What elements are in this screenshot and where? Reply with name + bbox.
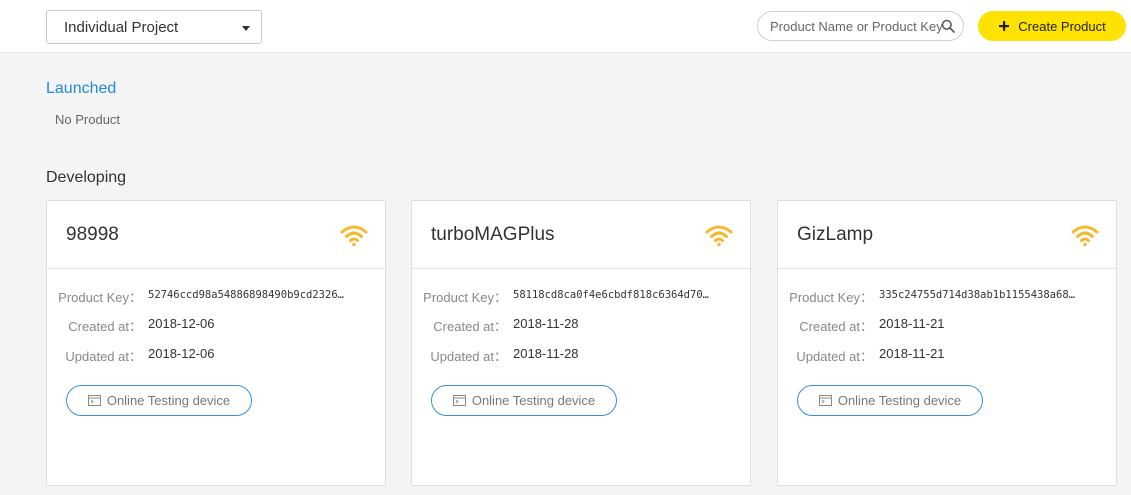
product-key-label: Product Key： — [423, 290, 507, 305]
created-value: 2018-12-06 — [148, 316, 215, 331]
online-testing-button[interactable]: Online Testing device — [431, 385, 617, 416]
product-key-row: Product Key： 52746ccd98a54886898490b9cd2… — [47, 287, 385, 305]
online-testing-button[interactable]: Online Testing device — [797, 385, 983, 416]
updated-label: Updated at： — [65, 349, 142, 364]
wifi-icon — [1071, 225, 1099, 247]
developing-heading: Developing — [46, 169, 127, 186]
create-product-button[interactable]: Create Product — [978, 11, 1126, 41]
product-key-value: 52746ccd98a54886898490b9cd2326… — [148, 289, 344, 301]
online-testing-label: Online Testing device — [837, 393, 962, 408]
created-label: Created at： — [68, 319, 142, 334]
product-key-row: Product Key： 335c24755d714d38ab1b1155438… — [778, 287, 1116, 305]
created-value: 2018-11-28 — [513, 316, 579, 331]
updated-value: 2018-11-28 — [513, 346, 579, 361]
updated-row: Updated at： 2018-11-21 — [778, 346, 1116, 364]
product-name: GizLamp — [797, 224, 874, 245]
created-row: Created at： 2018-11-21 — [778, 316, 1116, 334]
search-input[interactable] — [770, 17, 942, 36]
online-testing-button[interactable]: Online Testing device — [66, 385, 252, 416]
product-key-value: 58118cd8ca0f4e6cbdf818c6364d70… — [513, 289, 709, 301]
chevron-down-icon — [242, 26, 250, 31]
card-divider — [778, 268, 1116, 269]
created-row: Created at： 2018-12-06 — [47, 316, 385, 334]
wifi-icon — [705, 225, 733, 247]
online-testing-label: Online Testing device — [106, 393, 231, 408]
launched-empty-text: No Product — [55, 112, 121, 127]
product-card[interactable]: turboMAGPlus Product Key： 58118cd8ca0f4e… — [411, 200, 751, 486]
updated-row: Updated at： 2018-11-28 — [412, 346, 750, 364]
terminal-icon — [452, 395, 466, 406]
product-key-row: Product Key： 58118cd8ca0f4e6cbdf818c6364… — [412, 287, 750, 305]
card-divider — [412, 268, 750, 269]
product-key-label: Product Key： — [58, 290, 142, 305]
terminal-icon — [818, 395, 832, 406]
wifi-icon — [340, 225, 368, 247]
created-row: Created at： 2018-11-28 — [412, 316, 750, 334]
created-value: 2018-11-21 — [879, 316, 945, 331]
card-divider — [47, 268, 385, 269]
project-select-value: Individual Project — [64, 19, 179, 36]
create-product-label: Create Product — [1018, 18, 1106, 34]
updated-label: Updated at： — [430, 349, 507, 364]
top-bar: Individual Project Create Product — [0, 0, 1131, 53]
updated-row: Updated at： 2018-12-06 — [47, 346, 385, 364]
created-label: Created at： — [799, 319, 873, 334]
launched-heading[interactable]: Launched — [46, 80, 116, 98]
created-label: Created at： — [433, 319, 507, 334]
updated-value: 2018-11-21 — [879, 346, 945, 361]
plus-icon — [999, 21, 1010, 31]
product-key-label: Product Key： — [789, 290, 873, 305]
product-card[interactable]: 98998 Product Key： 52746ccd98a5488689849… — [46, 200, 386, 486]
search-box[interactable] — [757, 11, 964, 41]
search-icon[interactable] — [941, 19, 955, 33]
product-name: 98998 — [66, 224, 119, 245]
product-key-value: 335c24755d714d38ab1b1155438a68… — [879, 289, 1075, 301]
updated-value: 2018-12-06 — [148, 346, 215, 361]
product-name: turboMAGPlus — [431, 224, 555, 245]
project-select[interactable]: Individual Project — [46, 10, 262, 44]
online-testing-label: Online Testing device — [471, 393, 596, 408]
product-card[interactable]: GizLamp Product Key： 335c24755d714d38ab1… — [777, 200, 1117, 486]
updated-label: Updated at： — [796, 349, 873, 364]
terminal-icon — [87, 395, 101, 406]
